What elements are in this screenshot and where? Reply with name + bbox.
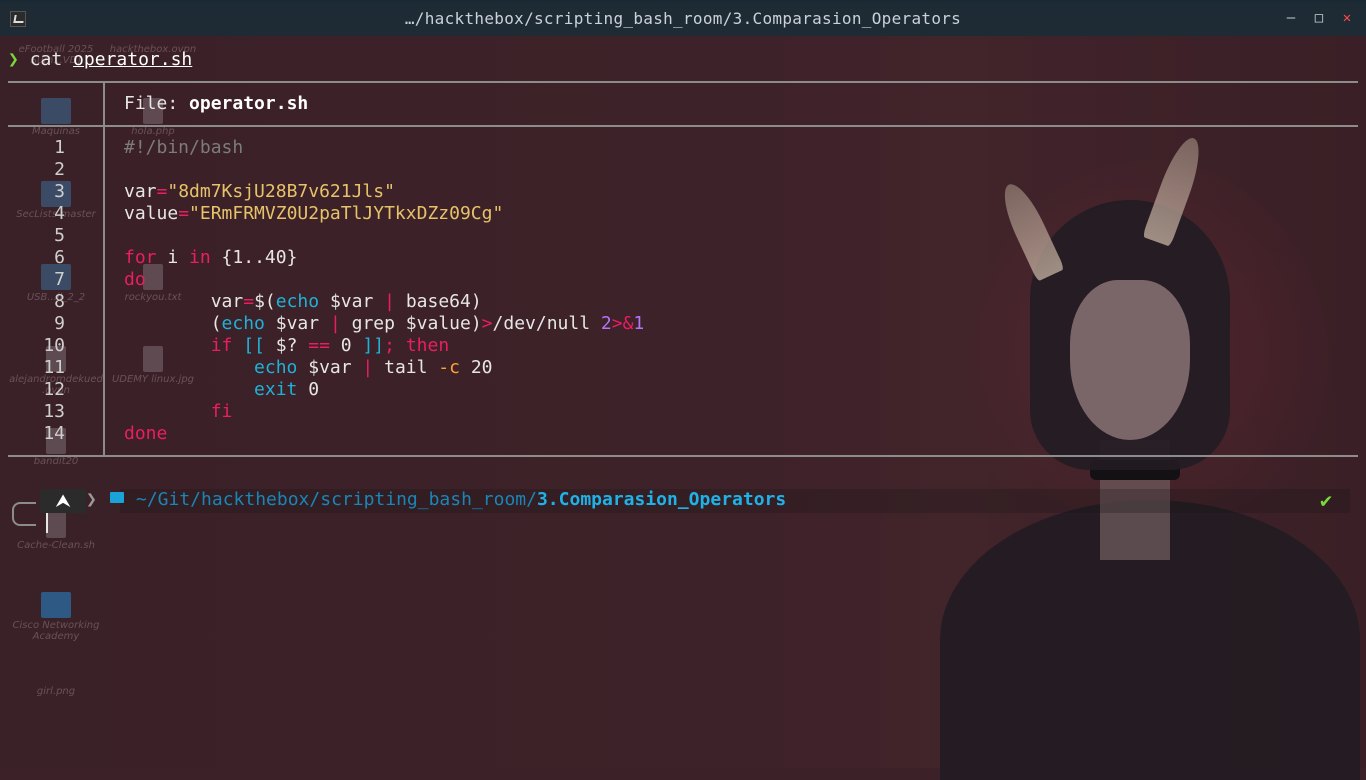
close-button[interactable]: ✕ xyxy=(1340,10,1354,26)
divider xyxy=(8,125,1358,127)
line-number: 5 xyxy=(54,225,65,246)
command-line: ❯ cat operator.sh xyxy=(8,49,192,71)
line-number: 7 xyxy=(54,269,65,290)
line-number: 14 xyxy=(43,423,65,444)
code-line: 13 fi xyxy=(8,401,1358,423)
code-line: 1 #!/bin/bash xyxy=(8,137,1358,159)
window-controls: – □ ✕ xyxy=(1284,10,1354,26)
line-number: 13 xyxy=(43,401,65,422)
path-prefix: ~/Git/hackthebox/scripting_bash_room/ xyxy=(136,489,537,510)
window-title: …/hackthebox/scripting_bash_room/3.Compa… xyxy=(404,9,962,28)
path-current-dir: 3.Comparasion_Operators xyxy=(536,489,787,510)
prompt-status-bar: ⮝ ❯ ~/Git/hackthebox/scripting_bash_room… xyxy=(40,489,1350,513)
line-number: 9 xyxy=(54,313,65,334)
divider xyxy=(8,455,1358,457)
title-bar: …/hackthebox/scripting_bash_room/3.Compa… xyxy=(0,0,1366,36)
code-line: 14 done xyxy=(8,423,1358,445)
minimize-button[interactable]: – xyxy=(1284,10,1298,26)
code-line: 6 for i in {1..40} xyxy=(8,247,1358,269)
current-path: ~/Git/hackthebox/scripting_bash_room/3.C… xyxy=(136,489,786,511)
code-line: 7 do xyxy=(8,269,1358,291)
terminal-content[interactable]: ❯ cat operator.sh File: operator.sh 1 #!/… xyxy=(0,36,1366,768)
code-line: 2 xyxy=(8,159,1358,181)
line-number: 3 xyxy=(54,181,65,202)
line-number: 10 xyxy=(43,335,65,356)
code-line: 10 if [[ $? == 0 ]]; then xyxy=(8,335,1358,357)
code-line: 11 echo $var | tail -c 20 xyxy=(8,357,1358,379)
code-line: 4 value="ERmFRMVZ0U2paTlJYTkxDZz09Cg" xyxy=(8,203,1358,225)
code-line: 12 exit 0 xyxy=(8,379,1358,401)
code-line: 3 var="8dm7KsjU28B7v621Jls" xyxy=(8,181,1358,203)
code-line: 9 (echo $var | grep $value)>/dev/null 2>… xyxy=(8,313,1358,335)
bat-file-header: File: operator.sh xyxy=(124,93,308,115)
line-number: 2 xyxy=(54,159,65,180)
divider xyxy=(8,81,1358,83)
line-number: 1 xyxy=(54,137,65,158)
prompt-chevron-icon: ❯ xyxy=(8,49,19,70)
folder-icon xyxy=(110,492,124,503)
bat-output: File: operator.sh 1 #!/bin/bash 2 3 var="8… xyxy=(8,81,1358,457)
user-icon: ⮝ xyxy=(40,489,86,513)
status-ok-icon: ✔ xyxy=(1319,488,1332,512)
code-line: 5 xyxy=(8,225,1358,247)
line-number: 4 xyxy=(54,203,65,224)
file-name: operator.sh xyxy=(189,93,309,114)
command-argument: operator.sh xyxy=(73,49,193,70)
line-number: 12 xyxy=(43,379,65,400)
line-number: 6 xyxy=(54,247,65,268)
file-label: File: xyxy=(124,93,190,114)
segment-arrow-icon: ❯ xyxy=(86,489,97,510)
command-name: cat xyxy=(29,49,63,70)
code-listing: 1 #!/bin/bash 2 3 var="8dm7KsjU28B7v621Jls… xyxy=(8,137,1358,445)
maximize-button[interactable]: □ xyxy=(1312,10,1326,26)
text-cursor xyxy=(46,513,48,533)
code-line: 8 var=$(echo $var | base64) xyxy=(8,291,1358,313)
line-number: 11 xyxy=(43,357,65,378)
prompt-bracket xyxy=(12,502,36,526)
line-number: 8 xyxy=(54,291,65,312)
